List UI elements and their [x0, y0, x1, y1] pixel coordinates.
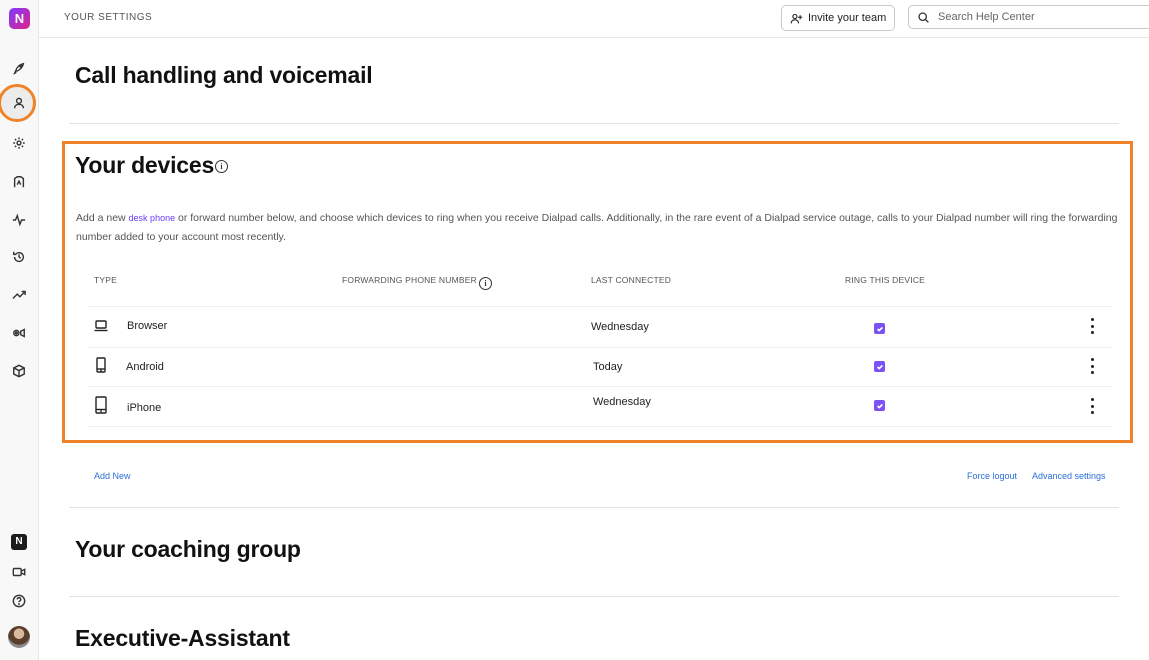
section-title-devices: Your devices — [75, 152, 215, 178]
video-icon[interactable] — [9, 562, 29, 582]
box-icon[interactable] — [9, 361, 29, 381]
contact-center-icon[interactable] — [9, 172, 29, 192]
section-divider — [69, 123, 1119, 124]
add-user-icon — [790, 13, 803, 23]
ring-device-checkbox[interactable] — [874, 400, 885, 411]
help-icon[interactable] — [9, 591, 29, 611]
user-icon[interactable] — [9, 93, 29, 113]
trending-icon[interactable] — [9, 285, 29, 305]
top-bar: YOUR SETTINGS Invite your team — [39, 0, 1149, 38]
desk-phone-link[interactable]: desk phone — [129, 213, 176, 223]
activity-icon[interactable] — [9, 210, 29, 230]
row-divider — [88, 306, 1112, 307]
ring-device-checkbox[interactable] — [874, 323, 885, 334]
desc-suffix: or forward number below, and choose whic… — [76, 212, 1118, 243]
section-divider — [69, 596, 1119, 597]
left-rail: N N — [0, 0, 39, 660]
history-icon[interactable] — [9, 247, 29, 267]
gear-icon[interactable] — [9, 133, 29, 153]
camera-settings-icon[interactable] — [9, 323, 29, 343]
ring-device-checkbox[interactable] — [874, 361, 885, 372]
column-header-last-connected: LAST CONNECTED — [591, 275, 672, 285]
section-title-coaching: Your coaching group — [75, 536, 301, 562]
column-header-ring: RING THIS DEVICE — [845, 275, 926, 285]
device-more-menu[interactable] — [1087, 398, 1097, 414]
laptop-icon — [94, 319, 108, 337]
device-last-connected: Today — [593, 361, 623, 373]
device-more-menu[interactable] — [1087, 358, 1097, 374]
search-icon — [918, 11, 929, 23]
device-last-connected: Wednesday — [591, 321, 649, 333]
app-logo-icon[interactable]: N — [11, 534, 27, 550]
rocket-icon[interactable] — [9, 58, 29, 78]
invite-team-button[interactable]: Invite your team — [781, 5, 896, 31]
info-icon[interactable]: i — [479, 277, 492, 290]
mobile-phone-icon — [96, 357, 106, 378]
app-logo[interactable]: N — [9, 8, 30, 29]
row-divider — [88, 426, 1112, 427]
section-divider — [69, 507, 1119, 508]
section-title-executive: Executive-Assistant — [75, 625, 290, 651]
search-box[interactable] — [908, 5, 1149, 29]
search-input[interactable] — [936, 10, 1149, 24]
column-header-forwarding: FORWARDING PHONE NUMBER — [342, 275, 477, 285]
device-type: Browser — [127, 320, 168, 332]
column-header-type: TYPE — [94, 275, 118, 285]
device-type: iPhone — [127, 402, 162, 414]
desc-prefix: Add a new — [76, 212, 126, 224]
avatar[interactable] — [8, 626, 30, 648]
mobile-phone-icon — [95, 396, 107, 419]
force-logout-link[interactable]: Force logout — [967, 471, 1017, 481]
invite-team-label: Invite your team — [808, 12, 887, 24]
device-last-connected: Wednesday — [593, 396, 651, 408]
device-more-menu[interactable] — [1087, 318, 1097, 334]
info-icon[interactable]: i — [215, 160, 228, 173]
advanced-settings-link[interactable]: Advanced settings — [1032, 471, 1106, 481]
breadcrumb: YOUR SETTINGS — [64, 12, 153, 23]
add-new-link[interactable]: Add New — [94, 471, 131, 481]
row-divider — [88, 347, 1112, 348]
section-title-call-handling: Call handling and voicemail — [75, 62, 373, 88]
devices-description: Add a new desk phone or forward number b… — [76, 209, 1121, 247]
device-type: Android — [126, 361, 164, 373]
row-divider — [88, 386, 1112, 387]
